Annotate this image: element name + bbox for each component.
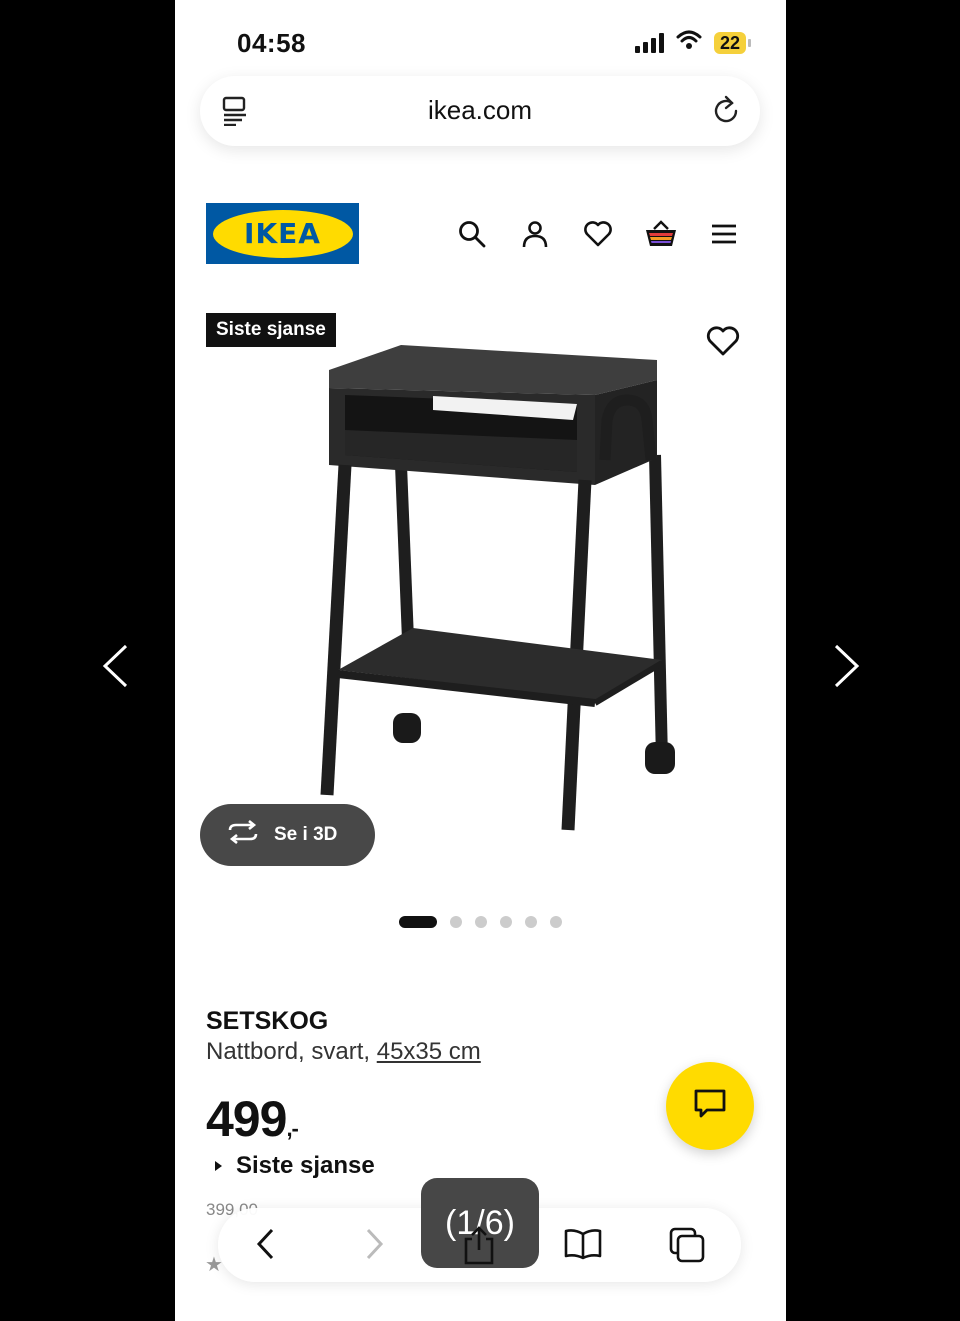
logo-text: IKEA	[244, 217, 321, 250]
image-pagination-dots[interactable]	[399, 916, 562, 928]
url-text[interactable]: ikea.com	[200, 95, 760, 126]
menu-hamburger-icon[interactable]	[706, 216, 742, 252]
product-description: Nattbord, svart, 45x35 cm	[206, 1038, 481, 1066]
price-suffix: ,-	[286, 1116, 298, 1141]
shopping-basket-icon[interactable]	[643, 216, 679, 252]
tabs-overview-icon[interactable]	[668, 1226, 706, 1269]
chat-bubble-icon	[693, 1088, 727, 1125]
phone-screen: 04:58 22 ikea.com IKEA Siste sjanse Se i…	[175, 0, 786, 1321]
favourites-heart-icon[interactable]	[580, 216, 616, 252]
forward-chevron-icon[interactable]	[362, 1226, 386, 1267]
pagination-dot-active[interactable]	[399, 916, 437, 928]
view-in-3d-button[interactable]: Se i 3D	[200, 804, 375, 866]
offer-expander[interactable]: Siste sjanse	[215, 1152, 375, 1180]
product-image[interactable]	[305, 340, 725, 845]
last-chance-badge: Siste sjanse	[206, 313, 336, 347]
bookmarks-book-icon[interactable]	[563, 1226, 603, 1267]
expand-triangle-icon	[215, 1161, 222, 1171]
share-icon[interactable]	[462, 1225, 496, 1270]
offer-label: Siste sjanse	[236, 1152, 375, 1179]
pagination-dot[interactable]	[525, 916, 537, 928]
chat-button[interactable]	[666, 1062, 754, 1150]
cellular-signal-icon	[634, 32, 664, 53]
pagination-dot[interactable]	[450, 916, 462, 928]
pagination-dot[interactable]	[550, 916, 562, 928]
wifi-icon	[676, 30, 702, 55]
header-icons	[454, 216, 742, 252]
product-name: SETSKOG	[206, 1007, 329, 1035]
product-price: 499,-	[206, 1090, 299, 1148]
status-time: 04:58	[237, 28, 306, 58]
rotate-3d-icon	[226, 819, 260, 850]
ikea-logo[interactable]: IKEA	[206, 203, 359, 264]
reload-icon[interactable]	[712, 94, 740, 131]
search-icon[interactable]	[454, 216, 490, 252]
next-image-arrow-icon[interactable]	[832, 643, 862, 694]
previous-image-arrow-icon[interactable]	[100, 643, 130, 694]
pagination-dot[interactable]	[475, 916, 487, 928]
pagination-dot[interactable]	[500, 916, 512, 928]
product-description-text: Nattbord, svart,	[206, 1038, 377, 1065]
battery-indicator: 22	[713, 31, 752, 54]
address-bar[interactable]: ikea.com	[200, 76, 760, 146]
back-chevron-icon[interactable]	[254, 1226, 278, 1267]
price-value: 499	[206, 1091, 287, 1147]
view-in-3d-label: Se i 3D	[274, 824, 338, 845]
save-favourite-heart-icon[interactable]	[705, 326, 741, 363]
logo-oval: IKEA	[212, 209, 353, 258]
product-size-link[interactable]: 45x35 cm	[377, 1038, 481, 1065]
account-icon[interactable]	[517, 216, 553, 252]
status-indicators: 22	[634, 30, 752, 55]
